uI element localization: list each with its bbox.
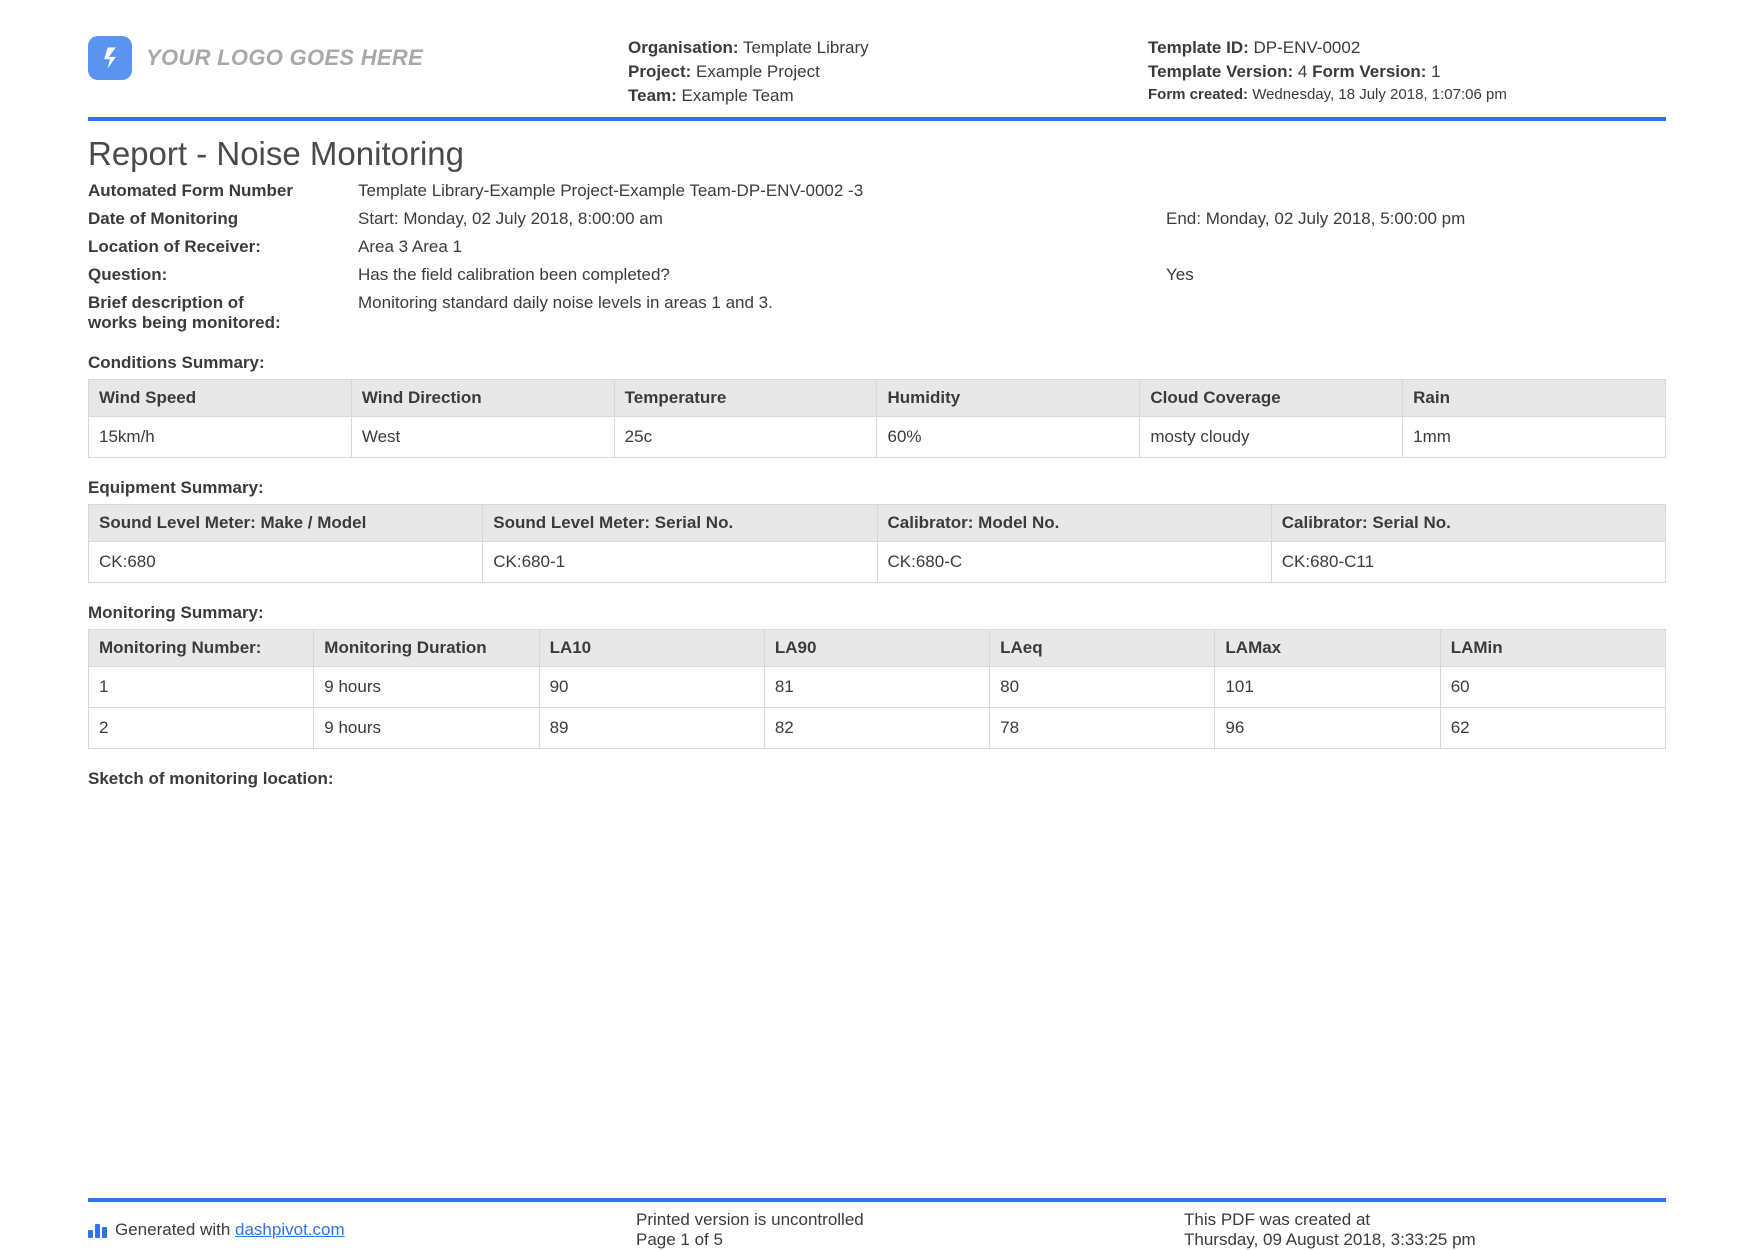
table-cell: 1 bbox=[89, 667, 314, 708]
dashpivot-link[interactable]: dashpivot.com bbox=[235, 1220, 345, 1239]
logo-icon bbox=[88, 36, 132, 80]
table-header: LAeq bbox=[990, 630, 1215, 667]
table-header: Monitoring Duration bbox=[314, 630, 539, 667]
table-row: 29 hours8982789662 bbox=[89, 708, 1666, 749]
table-header: Sound Level Meter: Serial No. bbox=[483, 505, 877, 542]
table-cell: 1mm bbox=[1403, 417, 1666, 458]
page-footer: Generated with dashpivot.com Printed ver… bbox=[88, 1198, 1666, 1250]
automated-form-number-value: Template Library-Example Project-Example… bbox=[358, 181, 1666, 201]
location-receiver-value: Area 3 Area 1 bbox=[358, 237, 1666, 257]
table-cell: 9 hours bbox=[314, 667, 539, 708]
table-cell: 96 bbox=[1215, 708, 1440, 749]
form-created-label: Form created: bbox=[1148, 86, 1248, 103]
page-number: Page 1 of 5 bbox=[636, 1230, 1184, 1250]
table-cell: 9 hours bbox=[314, 708, 539, 749]
table-cell: CK:680-1 bbox=[483, 542, 877, 583]
table-cell: 82 bbox=[764, 708, 989, 749]
question-label: Question: bbox=[88, 265, 358, 285]
generated-prefix: Generated with bbox=[115, 1220, 235, 1239]
org-value: Template Library bbox=[743, 38, 869, 57]
question-value: Has the field calibration been completed… bbox=[358, 265, 1166, 285]
table-cell: West bbox=[351, 417, 614, 458]
table-header: Temperature bbox=[614, 380, 877, 417]
location-receiver-label: Location of Receiver: bbox=[88, 237, 358, 257]
table-cell: CK:680-C bbox=[877, 542, 1271, 583]
table-cell: 60 bbox=[1440, 667, 1665, 708]
form-created-value: Wednesday, 18 July 2018, 1:07:06 pm bbox=[1252, 86, 1507, 103]
date-end-value: End: Monday, 02 July 2018, 5:00:00 pm bbox=[1166, 209, 1666, 229]
table-header: Monitoring Number: bbox=[89, 630, 314, 667]
table-row: CK:680CK:680-1CK:680-CCK:680-C11 bbox=[89, 542, 1666, 583]
description-value: Monitoring standard daily noise levels i… bbox=[358, 293, 1666, 313]
table-cell: 25c bbox=[614, 417, 877, 458]
template-version-value: 4 bbox=[1298, 62, 1307, 81]
table-header: Sound Level Meter: Make / Model bbox=[89, 505, 483, 542]
template-id-value: DP-ENV-0002 bbox=[1254, 38, 1361, 57]
equipment-summary-label: Equipment Summary: bbox=[88, 478, 1666, 498]
date-start-value: Start: Monday, 02 July 2018, 8:00:00 am bbox=[358, 209, 1166, 229]
team-value: Example Team bbox=[682, 86, 794, 105]
table-row: 15km/hWest25c60%mosty cloudy1mm bbox=[89, 417, 1666, 458]
table-header: Wind Speed bbox=[89, 380, 352, 417]
report-title: Report - Noise Monitoring bbox=[88, 135, 1666, 173]
table-cell: 62 bbox=[1440, 708, 1665, 749]
pdf-created-time: Thursday, 09 August 2018, 3:33:25 pm bbox=[1184, 1230, 1666, 1250]
org-label: Organisation: bbox=[628, 38, 739, 57]
dashpivot-icon bbox=[88, 1222, 107, 1238]
sketch-label: Sketch of monitoring location: bbox=[88, 769, 1666, 789]
template-version-label: Template Version: bbox=[1148, 62, 1293, 81]
table-cell: CK:680 bbox=[89, 542, 483, 583]
pdf-created-label: This PDF was created at bbox=[1184, 1210, 1666, 1230]
monitoring-table: Monitoring Number:Monitoring DurationLA1… bbox=[88, 629, 1666, 749]
printed-uncontrolled: Printed version is uncontrolled bbox=[636, 1210, 1184, 1230]
table-cell: 101 bbox=[1215, 667, 1440, 708]
header-meta-mid: Organisation: Template Library Project: … bbox=[628, 36, 1148, 107]
conditions-summary-label: Conditions Summary: bbox=[88, 353, 1666, 373]
table-header: Rain bbox=[1403, 380, 1666, 417]
form-version-label: Form Version: bbox=[1312, 62, 1426, 81]
table-header: LA90 bbox=[764, 630, 989, 667]
table-header: Calibrator: Serial No. bbox=[1271, 505, 1665, 542]
table-header: Cloud Coverage bbox=[1140, 380, 1403, 417]
description-label: Brief description ofworks being monitore… bbox=[88, 293, 358, 333]
page-header: YOUR LOGO GOES HERE Organisation: Templa… bbox=[88, 36, 1666, 121]
form-version-value: 1 bbox=[1431, 62, 1440, 81]
date-of-monitoring-label: Date of Monitoring bbox=[88, 209, 358, 229]
table-cell: CK:680-C11 bbox=[1271, 542, 1665, 583]
monitoring-summary-label: Monitoring Summary: bbox=[88, 603, 1666, 623]
team-label: Team: bbox=[628, 86, 677, 105]
template-id-label: Template ID: bbox=[1148, 38, 1249, 57]
table-cell: 80 bbox=[990, 667, 1215, 708]
header-meta-right: Template ID: DP-ENV-0002 Template Versio… bbox=[1148, 36, 1666, 105]
table-cell: 15km/h bbox=[89, 417, 352, 458]
table-header: LAMin bbox=[1440, 630, 1665, 667]
logo-placeholder-text: YOUR LOGO GOES HERE bbox=[146, 45, 423, 71]
table-cell: 81 bbox=[764, 667, 989, 708]
table-cell: mosty cloudy bbox=[1140, 417, 1403, 458]
project-value: Example Project bbox=[696, 62, 820, 81]
conditions-table: Wind SpeedWind DirectionTemperatureHumid… bbox=[88, 379, 1666, 458]
equipment-table: Sound Level Meter: Make / ModelSound Lev… bbox=[88, 504, 1666, 583]
table-header: Calibrator: Model No. bbox=[877, 505, 1271, 542]
table-header: LAMax bbox=[1215, 630, 1440, 667]
table-cell: 90 bbox=[539, 667, 764, 708]
table-header: Humidity bbox=[877, 380, 1140, 417]
table-row: 19 hours90818010160 bbox=[89, 667, 1666, 708]
table-header: Wind Direction bbox=[351, 380, 614, 417]
table-cell: 2 bbox=[89, 708, 314, 749]
project-label: Project: bbox=[628, 62, 691, 81]
table-cell: 60% bbox=[877, 417, 1140, 458]
question-answer: Yes bbox=[1166, 265, 1666, 285]
table-cell: 78 bbox=[990, 708, 1215, 749]
table-header: LA10 bbox=[539, 630, 764, 667]
automated-form-number-label: Automated Form Number bbox=[88, 181, 358, 201]
table-cell: 89 bbox=[539, 708, 764, 749]
